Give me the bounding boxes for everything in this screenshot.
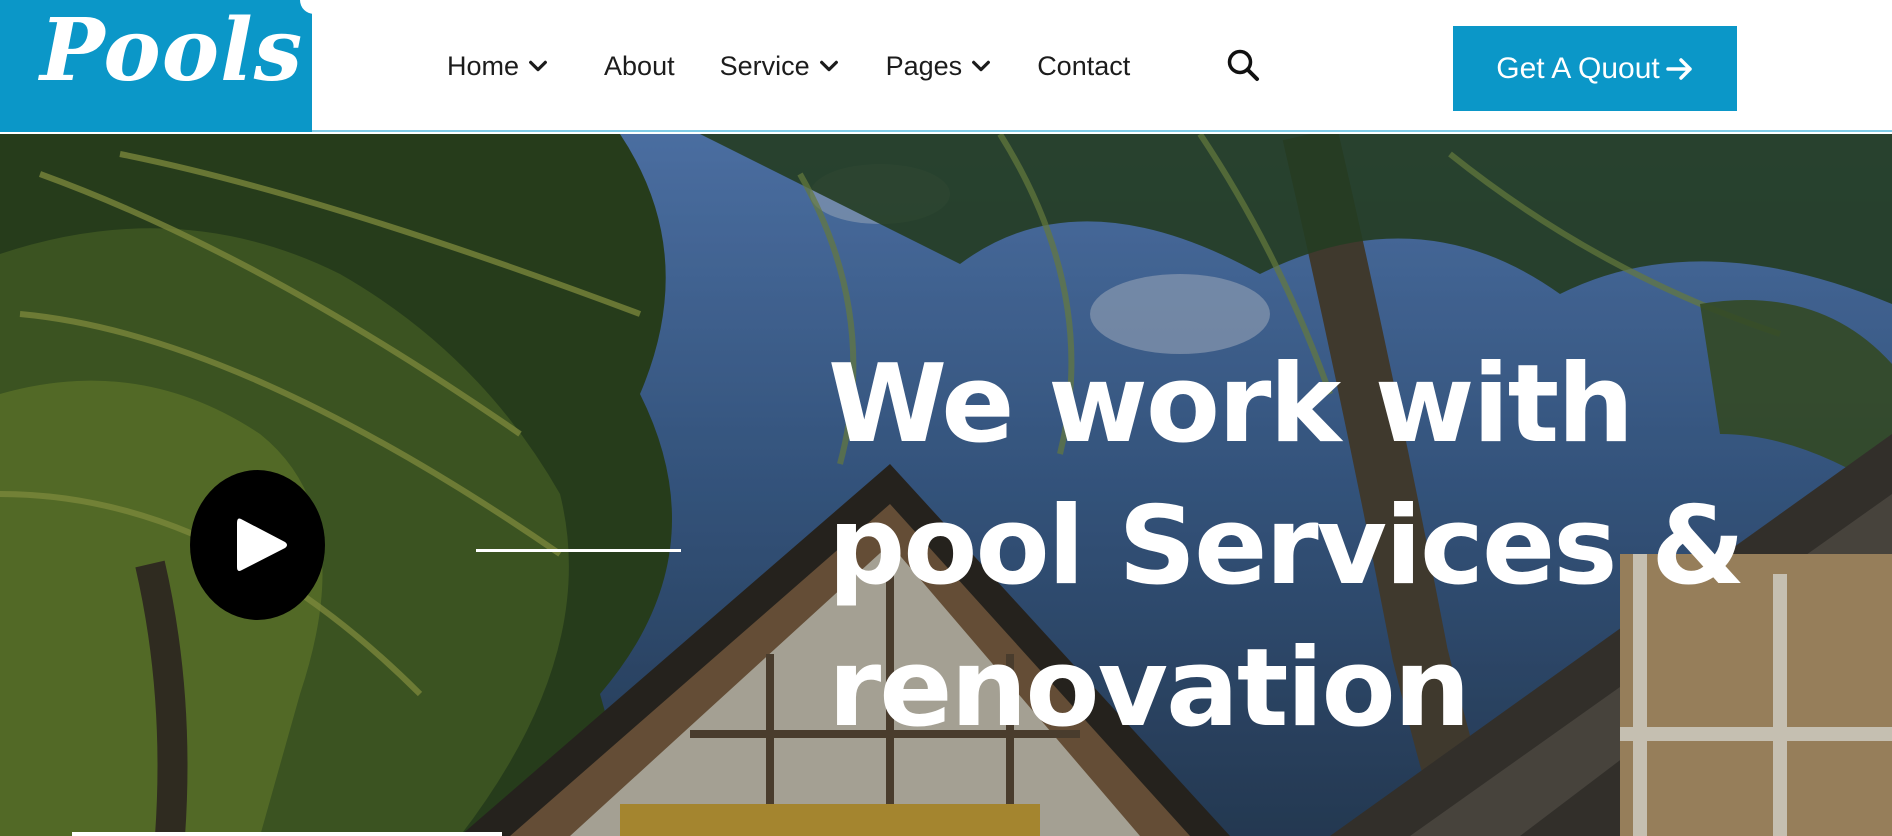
hero-section: We work with pool Services & renovation [0, 134, 1892, 836]
hero-divider-line [476, 549, 681, 552]
get-quote-label: Get A Quout [1496, 51, 1660, 85]
search-icon [1227, 49, 1259, 81]
logo-text: Pools [40, 0, 304, 101]
nav-item-label: Home [447, 50, 520, 81]
hero-title-line: pool Services & [828, 484, 1745, 609]
nav-item-home[interactable]: Home [447, 51, 549, 82]
nav-item-contact[interactable]: Contact [1037, 51, 1130, 82]
nav-item-label: Service [719, 50, 810, 81]
bottom-strip [72, 832, 502, 836]
chevron-down-icon [972, 60, 991, 72]
logo[interactable]: Pools [0, 0, 314, 132]
play-icon [236, 518, 287, 571]
nav-item-about[interactable]: About [604, 51, 675, 82]
nav-item-label: Contact [1037, 50, 1131, 81]
get-quote-button[interactable]: Get A Quout [1453, 26, 1737, 111]
nav-item-service[interactable]: Service [720, 51, 840, 82]
chevron-down-icon [819, 60, 838, 72]
hero-title-line: We work with [828, 342, 1634, 467]
hero-title-line: renovation [828, 626, 1471, 751]
search-button[interactable] [1226, 48, 1260, 82]
play-video-button[interactable] [190, 470, 325, 620]
arrow-right-icon [1665, 57, 1692, 80]
nav-item-label: Pages [885, 50, 963, 81]
main-nav: Home About Service Pages Contact [447, 0, 1175, 132]
hero-title: We work with pool Services & renovation [828, 334, 1848, 760]
site-header: Pools Home About Service Pages Contact G… [0, 0, 1892, 132]
chevron-down-icon [529, 60, 547, 72]
nav-item-label: About [604, 50, 675, 81]
nav-item-pages[interactable]: Pages [886, 51, 993, 82]
